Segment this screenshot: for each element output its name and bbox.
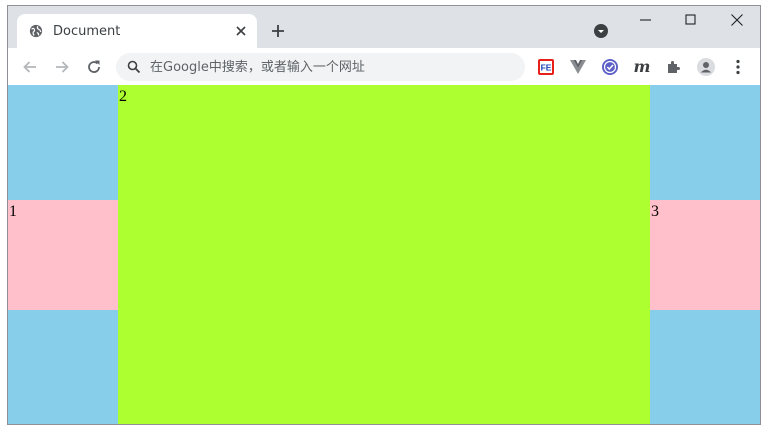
tab-search-chevron-icon[interactable] — [593, 23, 609, 39]
search-icon — [127, 60, 141, 74]
tab-title: Document — [53, 24, 121, 39]
minimize-icon[interactable] — [639, 13, 653, 27]
box-2: 2 — [118, 85, 650, 424]
address-input[interactable] — [150, 53, 510, 81]
box-2-label: 2 — [119, 88, 127, 105]
puzzle-icon[interactable] — [665, 58, 683, 76]
close-window-icon[interactable] — [730, 13, 744, 27]
tab-strip: Document — [8, 6, 760, 48]
profile-icon[interactable] — [697, 58, 715, 76]
reload-icon[interactable] — [85, 58, 103, 76]
forward-arrow-icon[interactable] — [53, 58, 71, 76]
box-1: 1 — [8, 200, 118, 310]
vue-devtools-icon[interactable] — [569, 58, 587, 76]
box-1-label: 1 — [9, 203, 17, 220]
globe-icon — [29, 24, 43, 38]
more-vert-icon[interactable] — [729, 58, 747, 76]
svg-text:FE: FE — [541, 63, 552, 73]
fe-extension-icon[interactable]: FE — [537, 58, 555, 76]
back-arrow-icon[interactable] — [21, 58, 39, 76]
close-icon[interactable] — [233, 23, 249, 39]
omnibox[interactable] — [116, 53, 525, 81]
box-3-label: 3 — [651, 203, 659, 220]
check-extension-icon[interactable] — [601, 58, 619, 76]
box-3: 3 — [650, 200, 760, 310]
browser-toolbar: FE m — [8, 48, 760, 85]
browser-window: Document 在Google中搜索，或者输入一个网址 FE m 1 2 3 — [7, 5, 761, 425]
svg-text:m: m — [634, 58, 651, 76]
tab-document[interactable]: Document — [17, 14, 257, 48]
maximize-icon[interactable] — [684, 13, 698, 27]
new-tab-plus-icon[interactable] — [270, 23, 286, 39]
m-extension-icon[interactable]: m — [633, 58, 651, 76]
page-content: 1 2 3 — [8, 85, 760, 424]
